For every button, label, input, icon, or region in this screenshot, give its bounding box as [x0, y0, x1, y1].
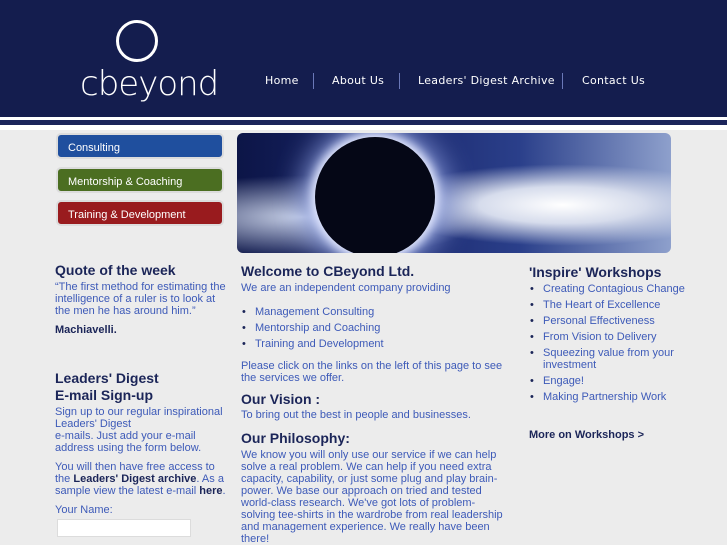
welcome-title: Welcome to CBeyond Ltd. [241, 263, 415, 279]
quote-author: Machiavelli. [55, 324, 117, 336]
signup-title-line2: E-mail Sign-up [55, 387, 153, 403]
services-click-text: Please click on the links on the left of… [241, 360, 503, 384]
sample-email-link[interactable]: here [199, 485, 222, 497]
workshop-link[interactable]: Squeezing value from your investment [530, 347, 690, 371]
logo-text: cbeyond [80, 64, 219, 104]
workshop-link[interactable]: Creating Contagious Change [530, 283, 690, 295]
workshop-link[interactable]: Making Partnership Work [530, 391, 690, 403]
cbeyond-logo[interactable]: cbeyond [80, 20, 219, 105]
service-item: Mentorship and Coaching [242, 320, 384, 336]
welcome-intro: We are an independent company providing [241, 282, 451, 294]
sidebar-consulting-button[interactable]: Consulting [56, 133, 224, 159]
header-divider-bottom [0, 125, 727, 130]
eclipse-graphic [315, 137, 435, 253]
workshop-link[interactable]: Personal Effectiveness [530, 315, 690, 327]
workshops-title: 'Inspire' Workshops [529, 264, 662, 280]
more-workshops-link[interactable]: More on Workshops > [529, 429, 644, 441]
signup-intro: Sign up to our regular inspirational Lea… [55, 406, 230, 454]
workshop-link[interactable]: From Vision to Delivery [530, 331, 690, 343]
philosophy-title: Our Philosophy: [241, 430, 350, 446]
sidebar-mentorship-button[interactable]: Mentorship & Coaching [56, 167, 224, 193]
service-item: Management Consulting [242, 304, 384, 320]
nav-home[interactable]: Home [265, 74, 299, 87]
nav-separator [399, 73, 400, 89]
workshop-link[interactable]: The Heart of Excellence [530, 299, 690, 311]
vision-title: Our Vision : [241, 391, 321, 407]
nav-separator [313, 73, 314, 89]
service-item: Training and Development [242, 336, 384, 352]
workshop-link[interactable]: Engage! [530, 375, 690, 387]
signup-intro-1: Sign up to our regular inspirational Lea… [55, 406, 223, 430]
nav-separator [562, 73, 563, 89]
logo-ring-icon [116, 20, 158, 62]
vision-text: To bring out the best in people and busi… [241, 409, 471, 421]
access-end: . [222, 485, 226, 497]
nav-contact-us[interactable]: Contact Us [582, 74, 645, 87]
signup-title-line1: Leaders' Digest [55, 370, 159, 386]
signup-access-text: You will then have free access to the Le… [55, 461, 230, 497]
signup-title: Leaders' Digest E-mail Sign-up [55, 370, 159, 404]
nav-leaders-digest-archive[interactable]: Leaders' Digest Archive [418, 74, 555, 87]
name-input[interactable] [57, 519, 191, 537]
services-list: Management Consulting Mentorship and Coa… [242, 304, 384, 352]
quote-title: Quote of the week [55, 262, 176, 278]
name-label: Your Name: [55, 504, 113, 516]
philosophy-text: We know you will only use our service if… [241, 449, 503, 545]
quote-text: “The first method for estimating the int… [55, 281, 226, 317]
signup-intro-2: e-mails. Just add your e-mail address us… [55, 430, 202, 454]
access-archive-bold: Leaders' Digest archive [73, 473, 197, 485]
eclipse-banner-image [237, 133, 671, 253]
sidebar-training-button[interactable]: Training & Development [56, 200, 224, 226]
nav-about-us[interactable]: About Us [332, 74, 384, 87]
workshops-list: Creating Contagious Change The Heart of … [530, 283, 690, 403]
